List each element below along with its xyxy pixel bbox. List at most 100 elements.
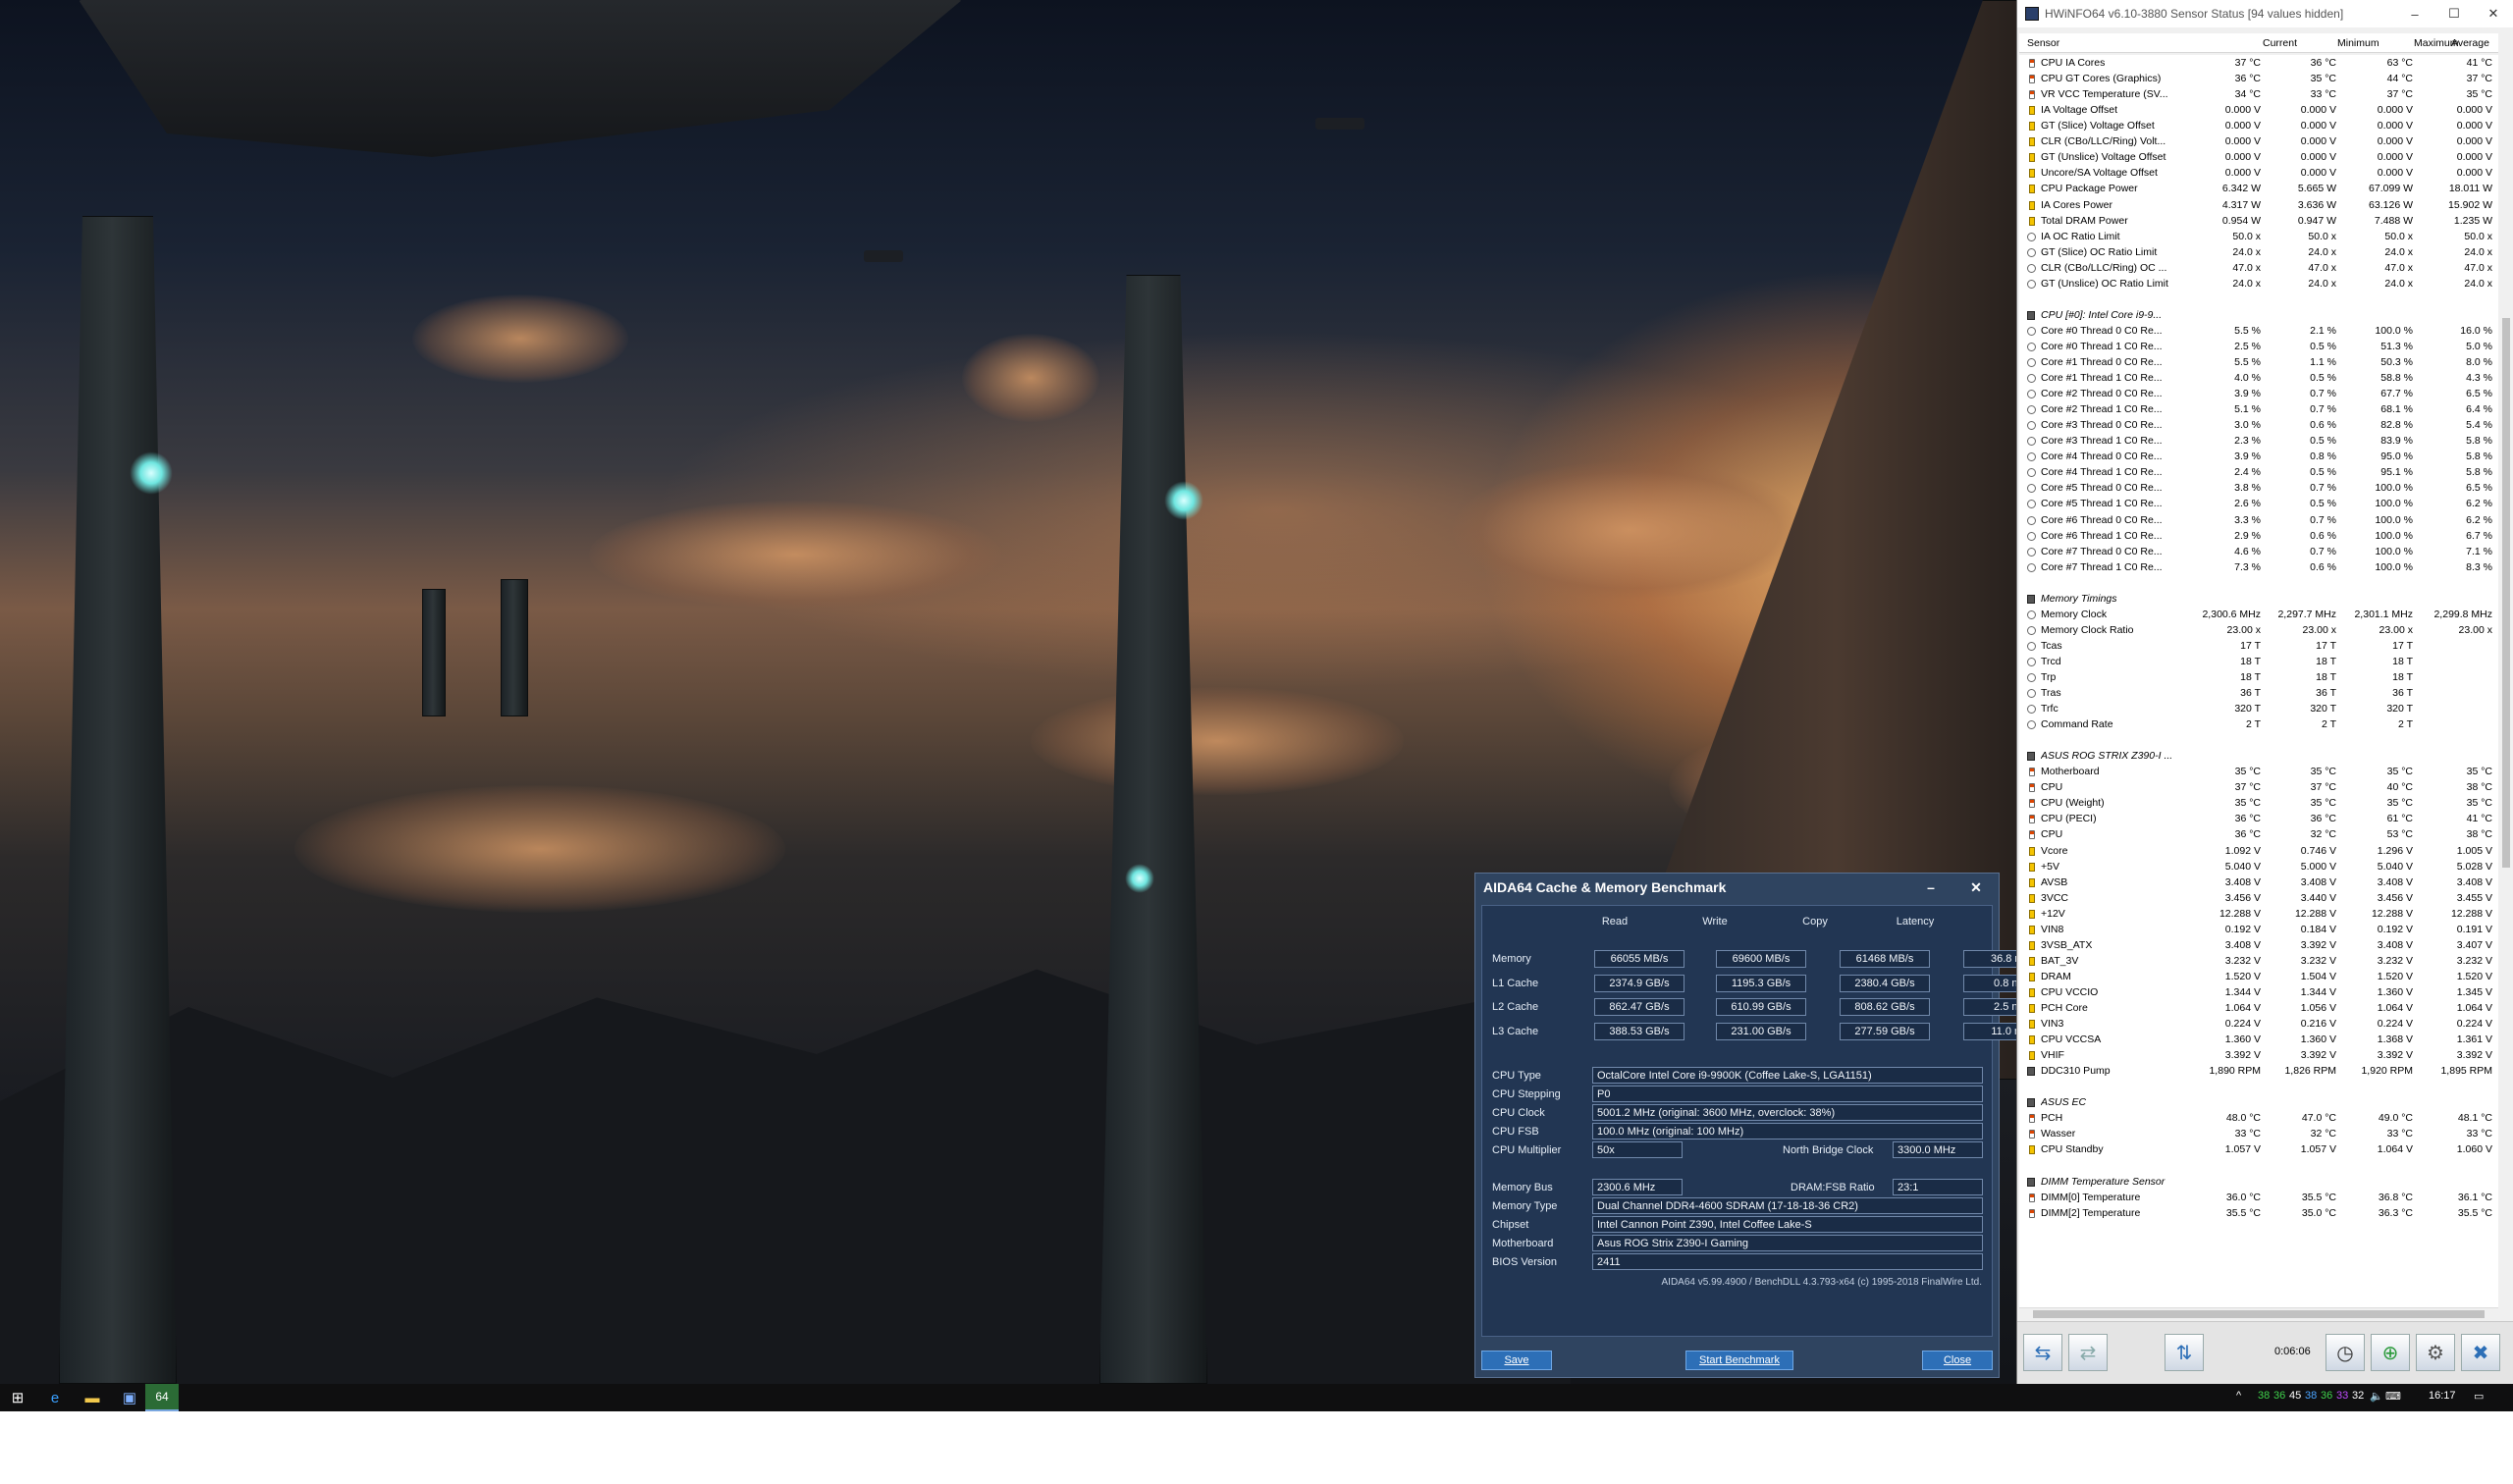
network-icon[interactable]: ⇅ bbox=[2165, 1334, 2204, 1371]
gear-icon[interactable]: ⚙ bbox=[2416, 1334, 2455, 1371]
sensor-row[interactable]: Core #0 Thread 0 C0 Re... 5.5 % 2.1 % 100.0… bbox=[2019, 323, 2498, 340]
hscrollbar-thumb[interactable] bbox=[2033, 1310, 2485, 1318]
tray-sensor-value[interactable]: 36 bbox=[2321, 1390, 2332, 1402]
file-explorer-icon[interactable]: ▬ bbox=[75, 1384, 110, 1411]
sensor-row[interactable]: PCH Core 1.064 V 1.056 V 1.064 V 1.064 V bbox=[2019, 1000, 2498, 1017]
sensor-row[interactable]: CPU 37 °C 37 °C 40 °C 38 °C bbox=[2019, 779, 2498, 796]
sensor-row[interactable]: PCH 48.0 °C 47.0 °C 49.0 °C 48.1 °C bbox=[2019, 1110, 2498, 1127]
sensor-group-header[interactable]: ASUS EC bbox=[2019, 1094, 2498, 1111]
sensor-row[interactable]: Command Rate 2 T 2 T 2 T bbox=[2019, 716, 2498, 733]
sensor-row[interactable]: CPU (Weight) 35 °C 35 °C 35 °C 35 °C bbox=[2019, 795, 2498, 812]
sensor-row[interactable]: CPU Package Power 6.342 W 5.665 W 67.099 W 1… bbox=[2019, 181, 2498, 197]
sensor-row[interactable]: IA Cores Power 4.317 W 3.636 W 63.126 W 15.9… bbox=[2019, 197, 2498, 214]
sensor-row[interactable]: Core #7 Thread 0 C0 Re... 4.6 % 0.7 % 100.0… bbox=[2019, 544, 2498, 560]
sensor-group-header[interactable]: Memory Timings bbox=[2019, 591, 2498, 608]
sensor-row[interactable]: Core #3 Thread 1 C0 Re... 2.3 % 0.5 % 83.9 … bbox=[2019, 433, 2498, 450]
hwinfo-titlebar[interactable]: HWiNFO64 v6.10-3880 Sensor Status [94 va… bbox=[2017, 0, 2513, 27]
sensor-row[interactable]: Core #2 Thread 1 C0 Re... 5.1 % 0.7 % 68.1 … bbox=[2019, 401, 2498, 418]
sensor-row[interactable]: Core #2 Thread 0 C0 Re... 3.9 % 0.7 % 67.7 … bbox=[2019, 386, 2498, 402]
sensor-row[interactable]: CLR (CBo/LLC/Ring) OC ... 47.0 x 47.0 x 47.… bbox=[2019, 260, 2498, 277]
sensor-row[interactable]: VHIF 3.392 V 3.392 V 3.392 V 3.392 V bbox=[2019, 1047, 2498, 1064]
aida-titlebar[interactable]: AIDA64 Cache & Memory Benchmark – ✕ bbox=[1475, 874, 1999, 901]
sensor-list-hscrollbar[interactable] bbox=[2019, 1307, 2498, 1319]
tray-sensor-value[interactable]: 36 bbox=[2273, 1390, 2285, 1402]
sensor-row[interactable]: AVSB 3.408 V 3.408 V 3.408 V 3.408 V bbox=[2019, 874, 2498, 891]
arrows-collapse-icon[interactable]: ⇄ bbox=[2068, 1334, 2108, 1371]
save-button[interactable]: Save bbox=[1481, 1351, 1552, 1370]
sensor-row[interactable]: 3VCC 3.456 V 3.440 V 3.456 V 3.455 V bbox=[2019, 890, 2498, 907]
sensor-row[interactable]: IA OC Ratio Limit 50.0 x 50.0 x 50.0 x 50.0 … bbox=[2019, 229, 2498, 245]
sensor-row[interactable]: Tcas 17 T 17 T 17 T bbox=[2019, 638, 2498, 655]
col-current[interactable]: Current bbox=[2263, 37, 2297, 49]
edge-browser-icon[interactable]: e bbox=[37, 1384, 73, 1411]
sensor-row[interactable]: Core #4 Thread 0 C0 Re... 3.9 % 0.8 % 95.0 … bbox=[2019, 449, 2498, 465]
sensor-row[interactable]: Trp 18 T 18 T 18 T bbox=[2019, 669, 2498, 686]
sensor-row[interactable]: Wasser 33 °C 32 °C 33 °C 33 °C bbox=[2019, 1126, 2498, 1142]
tray-overflow-chevron-icon[interactable]: ^ bbox=[2236, 1390, 2241, 1402]
sensor-row[interactable]: GT (Unslice) OC Ratio Limit 24.0 x 24.0 x 2… bbox=[2019, 276, 2498, 292]
tray-sensor-value[interactable]: 45 bbox=[2289, 1390, 2301, 1402]
hwinfo-taskbar-icon[interactable]: ▣ bbox=[112, 1384, 147, 1411]
sensor-row[interactable]: CPU (PECI) 36 °C 36 °C 61 °C 41 °C bbox=[2019, 811, 2498, 827]
tray-sensor-value[interactable]: 33 bbox=[2336, 1390, 2348, 1402]
sensor-row[interactable]: CPU VCCSA 1.360 V 1.360 V 1.368 V 1.361 V bbox=[2019, 1032, 2498, 1048]
sensor-group-header[interactable]: CPU [#0]: Intel Core i9-9... bbox=[2019, 307, 2498, 324]
sensor-row[interactable]: +5V 5.040 V 5.000 V 5.040 V 5.028 V bbox=[2019, 859, 2498, 875]
sensor-row[interactable]: GT (Slice) OC Ratio Limit 24.0 x 24.0 x 24.… bbox=[2019, 244, 2498, 261]
sensor-row[interactable]: Core #5 Thread 1 C0 Re... 2.6 % 0.5 % 100.0… bbox=[2019, 496, 2498, 512]
sensor-row[interactable]: VIN8 0.192 V 0.184 V 0.192 V 0.191 V bbox=[2019, 922, 2498, 938]
hwinfo-sensor-window[interactable]: HWiNFO64 v6.10-3880 Sensor Status [94 va… bbox=[2016, 0, 2513, 1384]
sensor-row[interactable]: Core #6 Thread 0 C0 Re... 3.3 % 0.7 % 100.0… bbox=[2019, 512, 2498, 529]
volume-icon[interactable]: 🔈 bbox=[2370, 1390, 2383, 1403]
sensor-row[interactable]: +12V 12.288 V 12.288 V 12.288 V 12.288 V bbox=[2019, 906, 2498, 923]
tray-sensor-value[interactable]: 38 bbox=[2258, 1390, 2270, 1402]
sensor-row[interactable]: Trfc 320 T 320 T 320 T bbox=[2019, 701, 2498, 717]
sensor-row[interactable]: CPU GT Cores (Graphics) 36 °C 35 °C 44 °C 37… bbox=[2019, 71, 2498, 87]
sensor-row[interactable]: IA Voltage Offset 0.000 V 0.000 V 0.000 V 0.… bbox=[2019, 102, 2498, 119]
sensor-group-header[interactable]: ASUS ROG STRIX Z390-I ... bbox=[2019, 748, 2498, 765]
col-sensor[interactable]: Sensor bbox=[2027, 37, 2059, 49]
sensor-row[interactable]: Core #7 Thread 1 C0 Re... 7.3 % 0.6 % 100.0… bbox=[2019, 559, 2498, 576]
sensor-row[interactable]: Core #0 Thread 1 C0 Re... 2.5 % 0.5 % 51.3 … bbox=[2019, 339, 2498, 355]
sensor-row[interactable]: CPU IA Cores 37 °C 36 °C 63 °C 41 °C bbox=[2019, 55, 2498, 72]
sensor-list[interactable]: CPU IA Cores 37 °C 36 °C 63 °C 41 °C CPU GT C… bbox=[2019, 55, 2498, 1307]
sensor-row[interactable]: Memory Clock Ratio 23.00 x 23.00 x 23.00 x 2… bbox=[2019, 622, 2498, 639]
add-report-icon[interactable]: ⊕ bbox=[2371, 1334, 2410, 1371]
aida-close-window-button[interactable]: ✕ bbox=[1953, 874, 1999, 901]
sensor-list-scrollbar[interactable] bbox=[2500, 33, 2512, 1307]
sensor-row[interactable]: DIMM[0] Temperature 36.0 °C 35.5 °C 36.8 °C… bbox=[2019, 1190, 2498, 1206]
scrollbar-thumb[interactable] bbox=[2502, 318, 2510, 868]
sensor-group-header[interactable]: DIMM Temperature Sensor bbox=[2019, 1174, 2498, 1191]
hwinfo-minimize-button[interactable]: – bbox=[2395, 0, 2434, 27]
col-average[interactable]: Average bbox=[2451, 37, 2489, 49]
sensor-row[interactable]: VIN3 0.224 V 0.216 V 0.224 V 0.224 V bbox=[2019, 1016, 2498, 1033]
sensor-row[interactable]: 3VSB_ATX 3.408 V 3.392 V 3.408 V 3.407 V bbox=[2019, 937, 2498, 954]
sensor-row[interactable]: Core #3 Thread 0 C0 Re... 3.0 % 0.6 % 82.8 … bbox=[2019, 417, 2498, 434]
sensor-row[interactable]: VR VCC Temperature (SV... 34 °C 33 °C 37 °C… bbox=[2019, 86, 2498, 103]
sensor-row[interactable]: DRAM 1.520 V 1.504 V 1.520 V 1.520 V bbox=[2019, 969, 2498, 985]
sensor-row[interactable]: Motherboard 35 °C 35 °C 35 °C 35 °C bbox=[2019, 764, 2498, 780]
sensor-row[interactable]: Trcd 18 T 18 T 18 T bbox=[2019, 654, 2498, 670]
close-button[interactable]: Close bbox=[1922, 1351, 1993, 1370]
sensor-column-headers[interactable]: Sensor Current Minimum Maximum Average bbox=[2019, 33, 2498, 53]
taskbar-clock[interactable]: 16:17 bbox=[2429, 1390, 2456, 1402]
sensor-row[interactable]: CLR (CBo/LLC/Ring) Volt... 0.000 V 0.000 V… bbox=[2019, 133, 2498, 150]
tray-sensor-value[interactable]: 32 bbox=[2352, 1390, 2364, 1402]
sensor-row[interactable]: CPU 36 °C 32 °C 53 °C 38 °C bbox=[2019, 826, 2498, 843]
clock-icon[interactable]: ◷ bbox=[2326, 1334, 2365, 1371]
sensor-row[interactable]: DDC310 Pump 1,890 RPM 1,826 RPM 1,920 RPM 1,… bbox=[2019, 1063, 2498, 1080]
arrows-left-right-icon[interactable]: ⇆ bbox=[2023, 1334, 2062, 1371]
sensor-row[interactable]: CPU Standby 1.057 V 1.057 V 1.064 V 1.060 V bbox=[2019, 1141, 2498, 1158]
sensor-row[interactable]: Memory Clock 2,300.6 MHz 2,297.7 MHz 2,301.… bbox=[2019, 607, 2498, 623]
sensor-row[interactable]: Total DRAM Power 0.954 W 0.947 W 7.488 W 1.2… bbox=[2019, 213, 2498, 230]
close-icon[interactable]: ✖ bbox=[2461, 1334, 2500, 1371]
sensor-row[interactable]: Core #4 Thread 1 C0 Re... 2.4 % 0.5 % 95.1 … bbox=[2019, 464, 2498, 481]
sensor-row[interactable]: Core #1 Thread 0 C0 Re... 5.5 % 1.1 % 50.3 … bbox=[2019, 354, 2498, 371]
sensor-row[interactable]: Uncore/SA Voltage Offset 0.000 V 0.000 V 0.… bbox=[2019, 165, 2498, 182]
sensor-row[interactable]: Core #5 Thread 0 C0 Re... 3.8 % 0.7 % 100.0… bbox=[2019, 480, 2498, 497]
aida64-taskbar-icon[interactable]: 64 bbox=[145, 1384, 179, 1411]
sensor-row[interactable]: GT (Slice) Voltage Offset 0.000 V 0.000 V 0… bbox=[2019, 118, 2498, 134]
hwinfo-maximize-button[interactable]: ☐ bbox=[2434, 0, 2474, 27]
sensor-row[interactable]: BAT_3V 3.232 V 3.232 V 3.232 V 3.232 V bbox=[2019, 953, 2498, 970]
notification-center-icon[interactable]: ▭ bbox=[2474, 1390, 2484, 1403]
